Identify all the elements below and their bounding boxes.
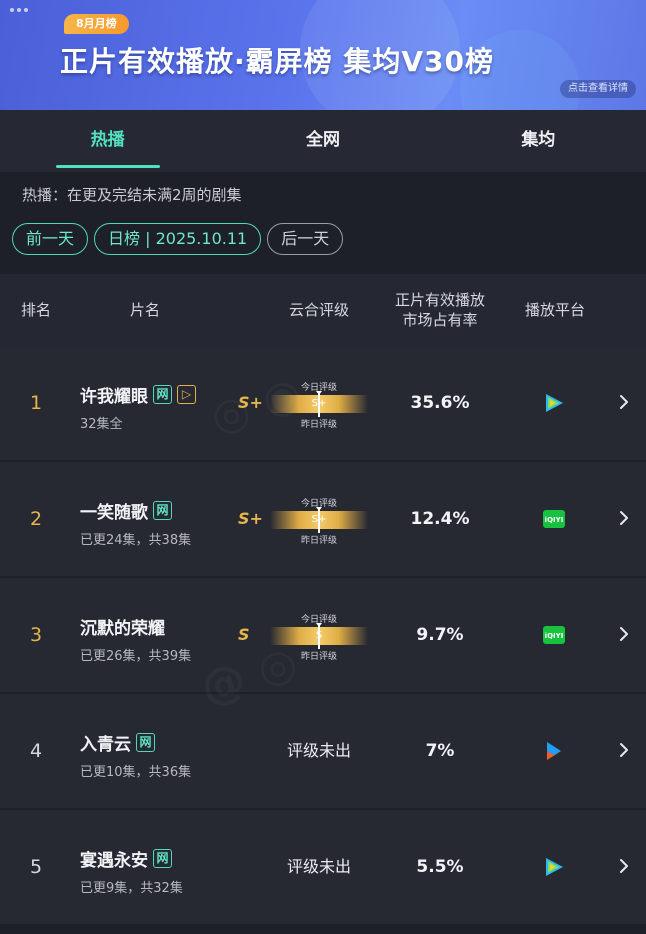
- banner-dots: [10, 8, 30, 12]
- web-series-badge: 网: [136, 733, 155, 752]
- episode-status: 32集全: [80, 417, 123, 432]
- header-rank: 排名: [20, 301, 51, 319]
- chevron-right-icon[interactable]: [616, 506, 632, 530]
- rating-gauge: 今日评级 S+ 昨日评级: [270, 380, 368, 430]
- market-share: 7%: [425, 741, 455, 761]
- header-share-line1: 正片有效播放: [394, 291, 485, 309]
- episode-status: 已更26集，共39集: [80, 649, 192, 664]
- month-badge: 8月月榜: [64, 14, 129, 34]
- prev-day-button[interactable]: 前一天: [12, 223, 89, 255]
- gauge-yesterday-label: 昨日评级: [300, 420, 337, 430]
- episode-status: 已更10集，共36集: [80, 765, 192, 780]
- rank-number: 2: [29, 508, 43, 530]
- table-row[interactable]: 4 入青云网 已更10集，共36集 评级未出 7%: [0, 694, 646, 808]
- tab-all-network[interactable]: 全网: [215, 110, 430, 172]
- next-day-button[interactable]: 后一天: [267, 223, 344, 255]
- chevron-right-icon[interactable]: [616, 738, 632, 762]
- tencent-video-icon[interactable]: [542, 855, 566, 879]
- episode-status: 已更9集，共32集: [80, 881, 183, 896]
- grade-letter: S: [238, 625, 250, 644]
- table-row[interactable]: 2 一笑随歌网 已更24集，共38集 S+ 今日评级 S+ 昨日评级 12.4%…: [0, 462, 646, 576]
- show-title[interactable]: 入青云: [80, 730, 131, 755]
- rating-pending: 评级未出: [286, 741, 351, 760]
- episode-status: 已更24集，共38集: [80, 533, 192, 548]
- chevron-right-icon[interactable]: [616, 854, 632, 878]
- header-platform: 播放平台: [524, 301, 585, 319]
- header-market-share: 正片有效播放 市场占有率: [384, 274, 496, 346]
- gauge-bar: S: [270, 623, 368, 649]
- gauge-tick: [318, 507, 320, 533]
- rating-gauge: 今日评级 S+ 昨日评级: [270, 496, 368, 546]
- exclusive-play-badge: ▷: [177, 385, 196, 404]
- rating-gauge: 今日评级 S 昨日评级: [270, 612, 368, 662]
- tab-hot[interactable]: 热播: [0, 110, 215, 172]
- gauge-yesterday-label: 昨日评级: [300, 652, 337, 662]
- title-block: 入青云网 已更10集，共36集: [80, 730, 191, 780]
- table-row[interactable]: 5 宴遇永安网 已更9集，共32集 评级未出 5.5%: [0, 810, 646, 924]
- market-share: 35.6%: [410, 393, 470, 413]
- rank-number: 4: [29, 740, 43, 762]
- grade-letter: S+: [238, 393, 263, 412]
- view-details-button[interactable]: 点击查看详情: [560, 80, 636, 98]
- grade-letter: S+: [238, 509, 263, 528]
- title-block: 宴遇永安网 已更9集，共32集: [80, 846, 183, 896]
- chevron-right-icon[interactable]: [616, 390, 632, 414]
- banner: 8月月榜 正片有效播放·霸屏榜 集均V30榜 点击查看详情: [0, 0, 646, 110]
- web-series-badge: 网: [153, 385, 172, 404]
- gauge-tick: [318, 623, 320, 649]
- tab-bar: 热播 全网 集均: [0, 110, 646, 172]
- date-controls: 前一天 日榜 | 2025.10.11 后一天: [12, 223, 344, 255]
- date-picker[interactable]: 日榜 | 2025.10.11: [94, 223, 262, 255]
- svg-text:iQIYI: iQIYI: [545, 632, 564, 640]
- banner-title: 正片有效播放·霸屏榜 集均V30榜: [60, 45, 495, 78]
- chevron-right-icon[interactable]: [616, 622, 632, 646]
- show-title[interactable]: 宴遇永安: [80, 846, 148, 871]
- title-block: 许我耀眼网 ▷ 32集全: [80, 382, 196, 432]
- rank-number: 5: [29, 856, 43, 878]
- header-title: 片名: [129, 301, 160, 319]
- youku-icon[interactable]: [542, 739, 566, 763]
- header-share-line2: 市场占有率: [402, 311, 478, 329]
- table-header: 排名 片名 云合评级 正片有效播放 市场占有率 播放平台: [0, 274, 646, 346]
- title-block: 一笑随歌网 已更24集，共38集: [80, 498, 191, 548]
- market-share: 5.5%: [416, 857, 464, 877]
- title-block: 沉默的荣耀 已更26集，共39集: [80, 614, 191, 664]
- gauge-bar: S+: [270, 507, 368, 533]
- tencent-video-icon[interactable]: [542, 391, 566, 415]
- gauge-bar: S+: [270, 391, 368, 417]
- iqiyi-icon[interactable]: iQIYI: [542, 507, 566, 531]
- tab-per-episode[interactable]: 集均: [431, 110, 646, 172]
- gauge-tick: [318, 391, 320, 417]
- header-rating: 云合评级: [288, 301, 349, 319]
- show-title[interactable]: 一笑随歌: [80, 498, 148, 523]
- gauge-yesterday-label: 昨日评级: [300, 536, 337, 546]
- rank-number: 3: [29, 624, 43, 646]
- svg-text:iQIYI: iQIYI: [545, 516, 564, 524]
- show-title[interactable]: 沉默的荣耀: [80, 614, 165, 639]
- market-share: 9.7%: [416, 625, 464, 645]
- web-series-badge: 网: [153, 501, 172, 520]
- rating-pending: 评级未出: [286, 857, 351, 876]
- iqiyi-icon[interactable]: iQIYI: [542, 623, 566, 647]
- web-series-badge: 网: [153, 849, 172, 868]
- table-row[interactable]: 1 许我耀眼网 ▷ 32集全 S+ 今日评级 S+ 昨日评级 35.6%: [0, 346, 646, 460]
- rank-number: 1: [29, 392, 43, 414]
- list-description: 热播：在更及完结未满2周的剧集: [22, 186, 242, 204]
- table-row[interactable]: 3 沉默的荣耀 已更26集，共39集 S 今日评级 S 昨日评级 9.7% iQ…: [0, 578, 646, 692]
- show-title[interactable]: 许我耀眼: [80, 382, 148, 407]
- market-share: 12.4%: [410, 509, 470, 529]
